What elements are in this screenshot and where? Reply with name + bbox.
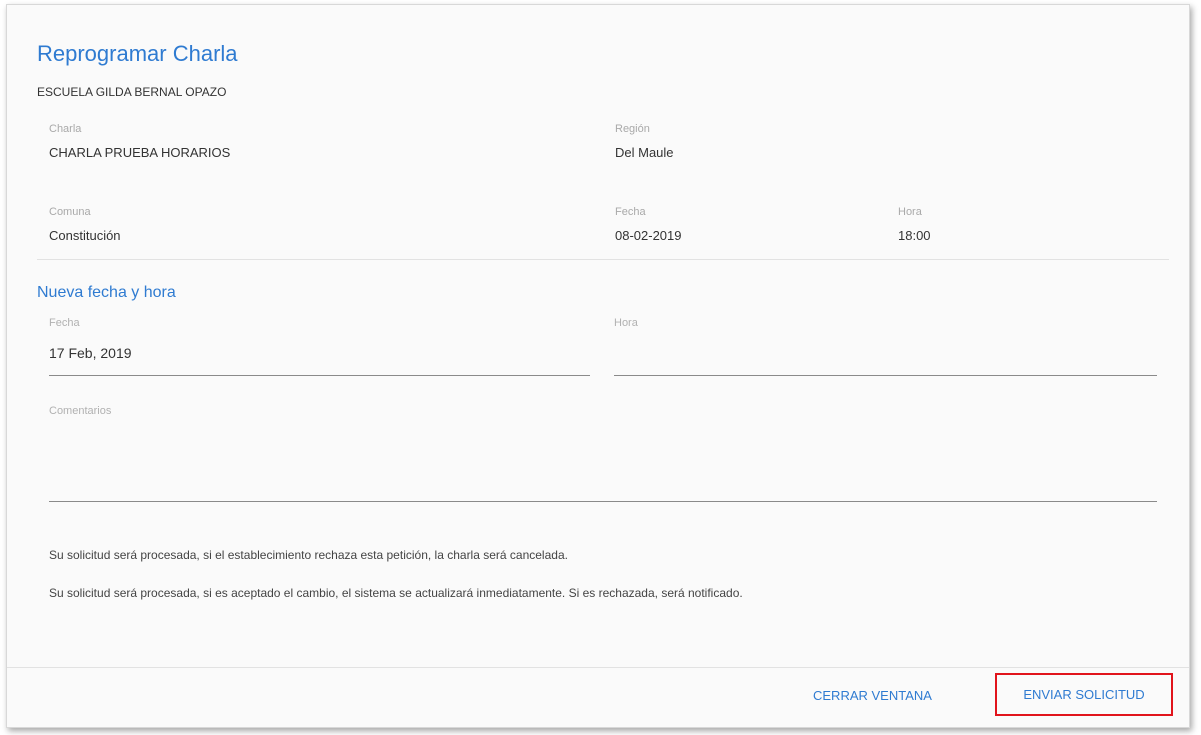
send-request-button[interactable]: ENVIAR SOLICITUD [995,673,1173,716]
hora-label: Hora [898,206,922,218]
fecha-label: Fecha [615,206,646,218]
new-time-label: Hora [614,317,638,329]
comuna-label: Comuna [49,206,91,218]
school-name: ESCUELA GILDA BERNAL OPAZO [37,85,227,99]
note-cancellation: Su solicitud será procesada, si el estab… [49,548,568,562]
comments-field[interactable]: Comentarios [49,405,1161,502]
hora-value: 18:00 [898,228,931,243]
comments-input[interactable] [49,427,1161,491]
new-date-label: Fecha [49,317,80,329]
close-window-button[interactable]: CERRAR VENTANA [813,688,932,703]
region-label: Región [615,123,650,135]
footer-divider [7,667,1189,668]
new-schedule-title: Nueva fecha y hora [37,284,176,301]
note-notification: Su solicitud será procesada, si es acept… [49,586,743,600]
new-date-field[interactable]: Fecha 17 Feb, 2019 [49,317,590,376]
comments-label: Comentarios [49,405,112,417]
comuna-value: Constitución [49,228,121,243]
reschedule-dialog: Reprogramar Charla ESCUELA GILDA BERNAL … [6,4,1190,728]
new-time-field[interactable]: Hora [614,317,1157,376]
dialog-title: Reprogramar Charla [37,41,238,66]
region-value: Del Maule [615,145,674,160]
new-date-value[interactable]: 17 Feb, 2019 [49,345,132,361]
charla-label: Charla [49,123,82,135]
section-divider [37,259,1169,260]
fecha-value: 08-02-2019 [615,228,682,243]
charla-value: CHARLA PRUEBA HORARIOS [49,145,231,160]
